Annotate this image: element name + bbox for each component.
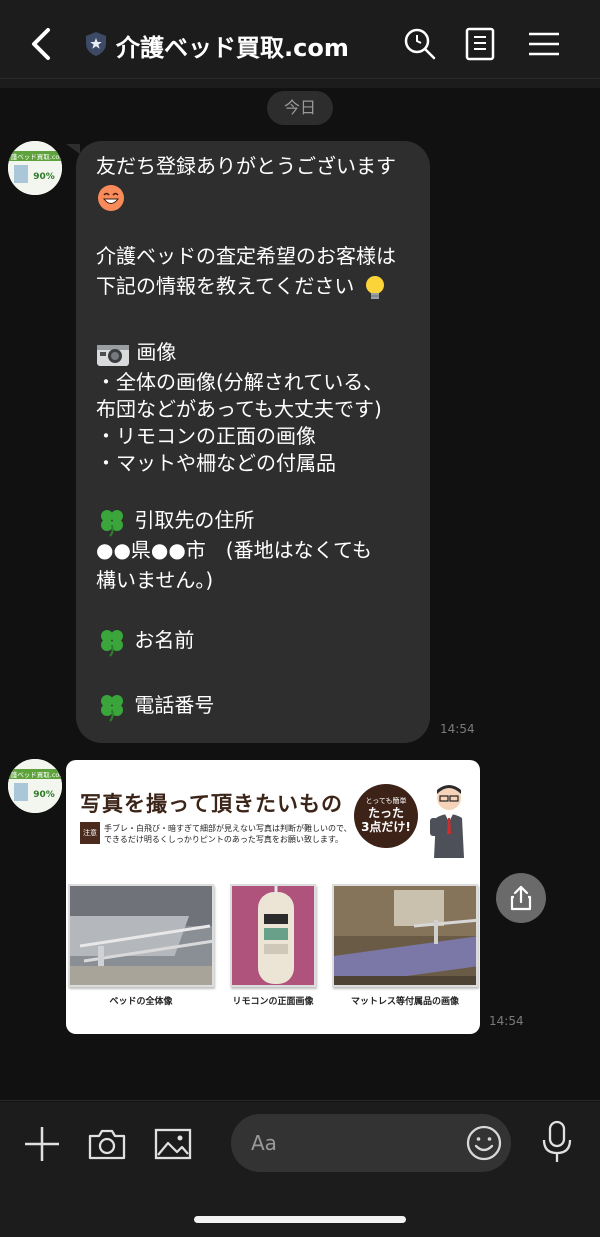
notice-line: できるだけ明るくしっかりピントのあった写真をお願い致します。 bbox=[104, 835, 344, 844]
message-text: 画像 bbox=[136, 340, 177, 364]
message-line: 電話番号 bbox=[96, 690, 430, 722]
back-arrow-icon[interactable] bbox=[26, 26, 56, 62]
share-icon bbox=[510, 885, 532, 911]
microphone-icon[interactable] bbox=[537, 1120, 577, 1164]
header-divider bbox=[0, 78, 600, 79]
message-line: 画像 bbox=[96, 337, 430, 367]
photo-label: マットレス等付属品の画像 bbox=[350, 997, 459, 1007]
avatar[interactable]: 介護ベッド買取.com 90% bbox=[8, 141, 62, 195]
card-title: 写真を撮って頂きたいもの bbox=[80, 792, 343, 816]
message-line: ・マットや柵などの付属品 bbox=[96, 451, 336, 475]
message-gap bbox=[96, 301, 430, 331]
message-line: ・リモコンの正面の画像 bbox=[96, 424, 316, 448]
photo-label: ベッドの全体像 bbox=[109, 997, 173, 1007]
chat-title: 介護ベッド買取.com bbox=[116, 34, 349, 62]
notice-tag: 注意 bbox=[80, 822, 100, 844]
message-line: 介護ベッドの査定希望のお客様は bbox=[96, 244, 396, 268]
message-gap bbox=[96, 475, 430, 505]
photo-label: リモコンの正面画像 bbox=[232, 997, 314, 1007]
search-icon[interactable] bbox=[402, 26, 438, 62]
avatar-brand-text: 介護ベッド買取.com bbox=[8, 770, 62, 779]
notice-line: 手ブレ・白飛び・暗すぎて細部が見えない写真は判断が難しいので、 bbox=[104, 824, 352, 833]
four-leaf-clover-icon bbox=[101, 694, 123, 722]
verified-shield-icon bbox=[86, 32, 106, 56]
remote-photo bbox=[230, 884, 316, 987]
message-line: ・全体の画像(分解されている、 bbox=[96, 370, 384, 394]
message-input[interactable] bbox=[251, 1128, 451, 1158]
message-text: 引取先の住所 bbox=[134, 508, 255, 532]
date-divider: 今日 bbox=[267, 91, 333, 125]
message-gap bbox=[96, 655, 430, 685]
badge-line: たった bbox=[367, 806, 404, 820]
emoji-line bbox=[96, 181, 430, 211]
message-line: 友だち登録ありがとうございます bbox=[96, 154, 396, 178]
badge-top-text: とっても簡単 bbox=[365, 797, 407, 805]
avatar[interactable]: 介護ベッド買取.com 90% bbox=[8, 759, 62, 813]
welcome-message-bubble[interactable]: 友だち登録ありがとうございます 介護ベッドの査定希望のお客様は 下記の情報を教え… bbox=[76, 141, 430, 743]
bubble-tail bbox=[66, 144, 80, 154]
badge-line: 3点だけ! bbox=[361, 820, 411, 834]
notes-icon[interactable] bbox=[462, 26, 498, 62]
message-timestamp: 14:54 bbox=[440, 722, 475, 736]
message-line: 構いません。) bbox=[96, 568, 214, 592]
camera-icon bbox=[97, 344, 129, 366]
message-text: 電話番号 bbox=[134, 693, 215, 717]
share-button[interactable] bbox=[496, 873, 546, 923]
message-input-container[interactable] bbox=[231, 1114, 511, 1172]
three-items-badge: とっても簡単 たった 3点だけ! bbox=[354, 784, 418, 848]
mattress-photo bbox=[332, 884, 478, 987]
notice-text: 手ブレ・白飛び・暗すぎて細部が見えない写真は判断が難しいので、 できるだけ明るく… bbox=[104, 823, 352, 845]
message-text: お名前 bbox=[134, 628, 195, 652]
message-gap bbox=[96, 595, 430, 625]
businessman-illustration bbox=[430, 785, 464, 858]
message-line: 布団などがあっても大丈夫です) bbox=[96, 397, 382, 421]
avatar-percent-text: 90% bbox=[33, 790, 55, 800]
camera-icon[interactable] bbox=[87, 1124, 127, 1164]
grinning-face-icon bbox=[98, 184, 124, 211]
message-line: 引取先の住所 bbox=[96, 505, 430, 537]
menu-icon[interactable] bbox=[526, 26, 562, 62]
avatar-percent-text: 90% bbox=[33, 172, 55, 182]
image-gallery-icon[interactable] bbox=[153, 1124, 193, 1164]
message-line: ●●県●●市 (番地はなくても bbox=[96, 538, 373, 562]
composer-divider bbox=[0, 1100, 600, 1101]
bed-photo bbox=[68, 884, 214, 987]
photo-guide-image[interactable]: 写真を撮って頂きたいもの 注意 手ブレ・白飛び・暗すぎて細部が見えない写真は判断… bbox=[66, 760, 480, 1034]
message-text: 下記の情報を教えてください bbox=[96, 274, 355, 298]
emoji-icon[interactable] bbox=[465, 1124, 503, 1162]
avatar-brand-text: 介護ベッド買取.com bbox=[8, 152, 62, 161]
light-bulb-icon bbox=[365, 275, 384, 299]
four-leaf-clover-icon bbox=[101, 509, 123, 537]
four-leaf-clover-icon bbox=[101, 629, 123, 657]
home-indicator bbox=[194, 1216, 406, 1223]
message-line: 下記の情報を教えてください bbox=[96, 271, 430, 301]
message-line: お名前 bbox=[96, 625, 430, 657]
message-timestamp: 14:54 bbox=[489, 1014, 524, 1028]
plus-icon[interactable] bbox=[22, 1124, 62, 1164]
message-gap bbox=[96, 211, 430, 241]
